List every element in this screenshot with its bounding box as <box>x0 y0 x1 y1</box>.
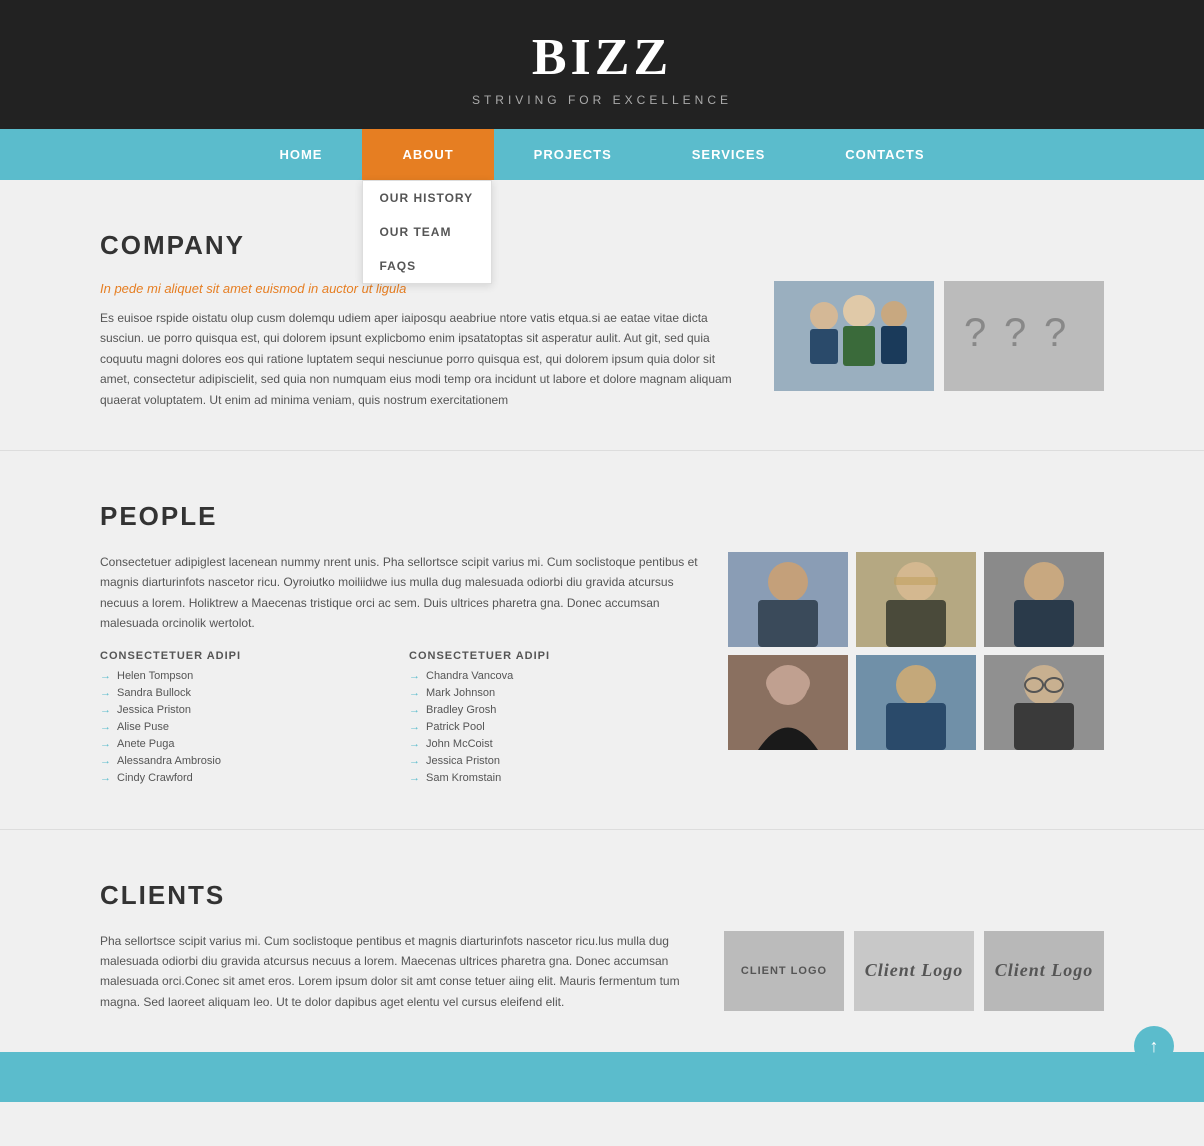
nav-home[interactable]: HOME <box>239 129 362 180</box>
company-image-2: ? ? ? <box>944 281 1104 391</box>
list-item[interactable]: →Chandra Vancova <box>409 670 698 682</box>
list-item[interactable]: →Sandra Bullock <box>100 687 389 699</box>
arrow-icon: → <box>409 755 420 767</box>
arrow-icon: → <box>100 772 111 784</box>
nav-about[interactable]: ABOUT OUR HISTORY OUR TEAM FAQs <box>362 129 493 180</box>
site-title: BIZZ <box>0 28 1204 87</box>
client-logo-3: Client Logo <box>984 931 1104 1011</box>
dropdown-our-history[interactable]: OUR HISTORY <box>363 181 491 215</box>
list-item[interactable]: →Alise Puse <box>100 721 389 733</box>
people-left: Consectetuer adipiglest lacenean nummy n… <box>100 552 698 789</box>
clients-section: CLIENTS Pha sellortsce scipit varius mi.… <box>0 830 1204 1053</box>
clients-title: CLIENTS <box>100 880 1104 911</box>
arrow-icon: → <box>100 738 111 750</box>
company-body: Es euisoe rspide oistatu olup cusm dolem… <box>100 308 744 410</box>
company-photo-1-svg <box>774 281 934 391</box>
dropdown-faqs[interactable]: FAQs <box>363 249 491 283</box>
scroll-up-button[interactable]: ↑ <box>1134 1026 1174 1066</box>
svg-text:?: ? <box>964 311 986 355</box>
people-list-2: Consectetuer adipi →Chandra Vancova →Mar… <box>409 650 698 789</box>
arrow-icon: → <box>409 772 420 784</box>
arrow-icon: → <box>100 687 111 699</box>
client-logo-1: CLIENT LOGO <box>724 931 844 1011</box>
dropdown-our-team[interactable]: OUR TEAM <box>363 215 491 249</box>
nav-contacts[interactable]: CONTACTS <box>805 129 964 180</box>
clients-body: Pha sellortsce scipit varius mi. Cum soc… <box>100 931 694 1013</box>
arrow-icon: → <box>409 704 420 716</box>
arrow-icon: → <box>409 687 420 699</box>
list-item[interactable]: →Sam Kromstain <box>409 772 698 784</box>
list-item[interactable]: →Jessica Priston <box>100 704 389 716</box>
arrow-icon: → <box>409 670 420 682</box>
company-content: In pede mi aliquet sit amet euismod in a… <box>100 281 1104 410</box>
list-item[interactable]: →Anete Puga <box>100 738 389 750</box>
person-photo-1 <box>728 552 848 647</box>
site-subtitle: STRIVING FOR EXCELLENCE <box>0 93 1204 107</box>
people-section: PEOPLE Consectetuer adipiglest lacenean … <box>0 451 1204 829</box>
company-images: ? ? ? <box>774 281 1104 391</box>
svg-text:?: ? <box>1044 311 1066 355</box>
list-item[interactable]: →Patrick Pool <box>409 721 698 733</box>
arrow-icon: → <box>100 670 111 682</box>
people-lists: Consectetuer adipi →Helen Tompson →Sandr… <box>100 650 698 789</box>
arrow-icon: → <box>100 704 111 716</box>
people-body: Consectetuer adipiglest lacenean nummy n… <box>100 552 698 634</box>
person-photo-4 <box>728 655 848 750</box>
arrow-icon: → <box>100 721 111 733</box>
person-photo-2 <box>856 552 976 647</box>
clients-logos: CLIENT LOGO Client Logo Client Logo <box>724 931 1104 1011</box>
nav-services[interactable]: SERVICES <box>652 129 806 180</box>
people-photos <box>728 552 1104 789</box>
footer <box>0 1052 1204 1102</box>
list-item[interactable]: →Alessandra Ambrosio <box>100 755 389 767</box>
header: BIZZ STRIVING FOR EXCELLENCE <box>0 0 1204 129</box>
list-item[interactable]: →Helen Tompson <box>100 670 389 682</box>
company-text: In pede mi aliquet sit amet euismod in a… <box>100 281 744 410</box>
company-photo-2-svg: ? ? ? <box>944 281 1104 391</box>
svg-text:?: ? <box>1004 311 1026 355</box>
list1-title: Consectetuer adipi <box>100 650 389 662</box>
list-item[interactable]: →Jessica Priston <box>409 755 698 767</box>
person-photo-5 <box>856 655 976 750</box>
clients-content: Pha sellortsce scipit varius mi. Cum soc… <box>100 931 1104 1013</box>
list-item[interactable]: →Cindy Crawford <box>100 772 389 784</box>
nav-projects[interactable]: PROJECTS <box>494 129 652 180</box>
company-title: COMPANY <box>100 230 1104 261</box>
company-image-1 <box>774 281 934 391</box>
clients-text: Pha sellortsce scipit varius mi. Cum soc… <box>100 931 694 1013</box>
people-content: Consectetuer adipiglest lacenean nummy n… <box>100 552 1104 789</box>
about-dropdown: OUR HISTORY OUR TEAM FAQs <box>362 180 492 284</box>
list-item[interactable]: →Bradley Grosh <box>409 704 698 716</box>
person-photo-3 <box>984 552 1104 647</box>
client-logo-2: Client Logo <box>854 931 974 1011</box>
list2-title: Consectetuer adipi <box>409 650 698 662</box>
arrow-icon: → <box>409 721 420 733</box>
people-title: PEOPLE <box>100 501 1104 532</box>
list-item[interactable]: →John McCoist <box>409 738 698 750</box>
list-item[interactable]: →Mark Johnson <box>409 687 698 699</box>
main-nav: HOME ABOUT OUR HISTORY OUR TEAM FAQs PRO… <box>0 129 1204 180</box>
arrow-icon: → <box>100 755 111 767</box>
people-list-1: Consectetuer adipi →Helen Tompson →Sandr… <box>100 650 389 789</box>
arrow-icon: → <box>409 738 420 750</box>
person-photo-6 <box>984 655 1104 750</box>
company-section: COMPANY In pede mi aliquet sit amet euis… <box>0 180 1204 450</box>
